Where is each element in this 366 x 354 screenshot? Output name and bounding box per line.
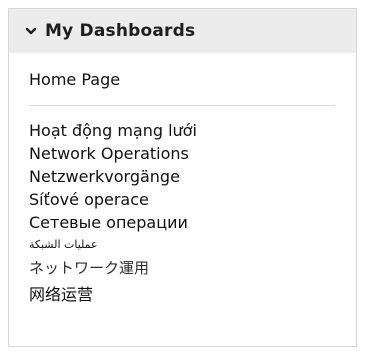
panel-header[interactable]: My Dashboards bbox=[9, 9, 356, 53]
chevron-down-icon[interactable] bbox=[25, 25, 37, 37]
dashboard-link-chinese[interactable]: 网络运营 bbox=[29, 282, 340, 308]
dashboard-link-russian[interactable]: Сетевые операции bbox=[29, 211, 340, 234]
panel-title: My Dashboards bbox=[45, 21, 196, 41]
dashboard-list: Hoạt động mạng lưới Network Operations N… bbox=[29, 119, 340, 308]
dashboard-link-vietnamese[interactable]: Hoạt động mạng lưới bbox=[29, 119, 340, 142]
home-page-link[interactable]: Home Page bbox=[29, 70, 340, 90]
dashboard-link-german[interactable]: Netzwerkvorgänge bbox=[29, 165, 340, 188]
my-dashboards-panel: My Dashboards Home Page Hoạt động mạng l… bbox=[8, 8, 357, 347]
dashboard-link-english[interactable]: Network Operations bbox=[29, 142, 340, 165]
dashboard-link-arabic[interactable]: عمليات الشبكة bbox=[29, 234, 340, 255]
dashboard-link-japanese[interactable]: ネットワーク運用 bbox=[29, 255, 340, 282]
panel-body: Home Page Hoạt động mạng lưới Network Op… bbox=[9, 70, 356, 308]
dashboard-link-czech[interactable]: Síťové operace bbox=[29, 188, 340, 211]
divider bbox=[29, 105, 335, 106]
